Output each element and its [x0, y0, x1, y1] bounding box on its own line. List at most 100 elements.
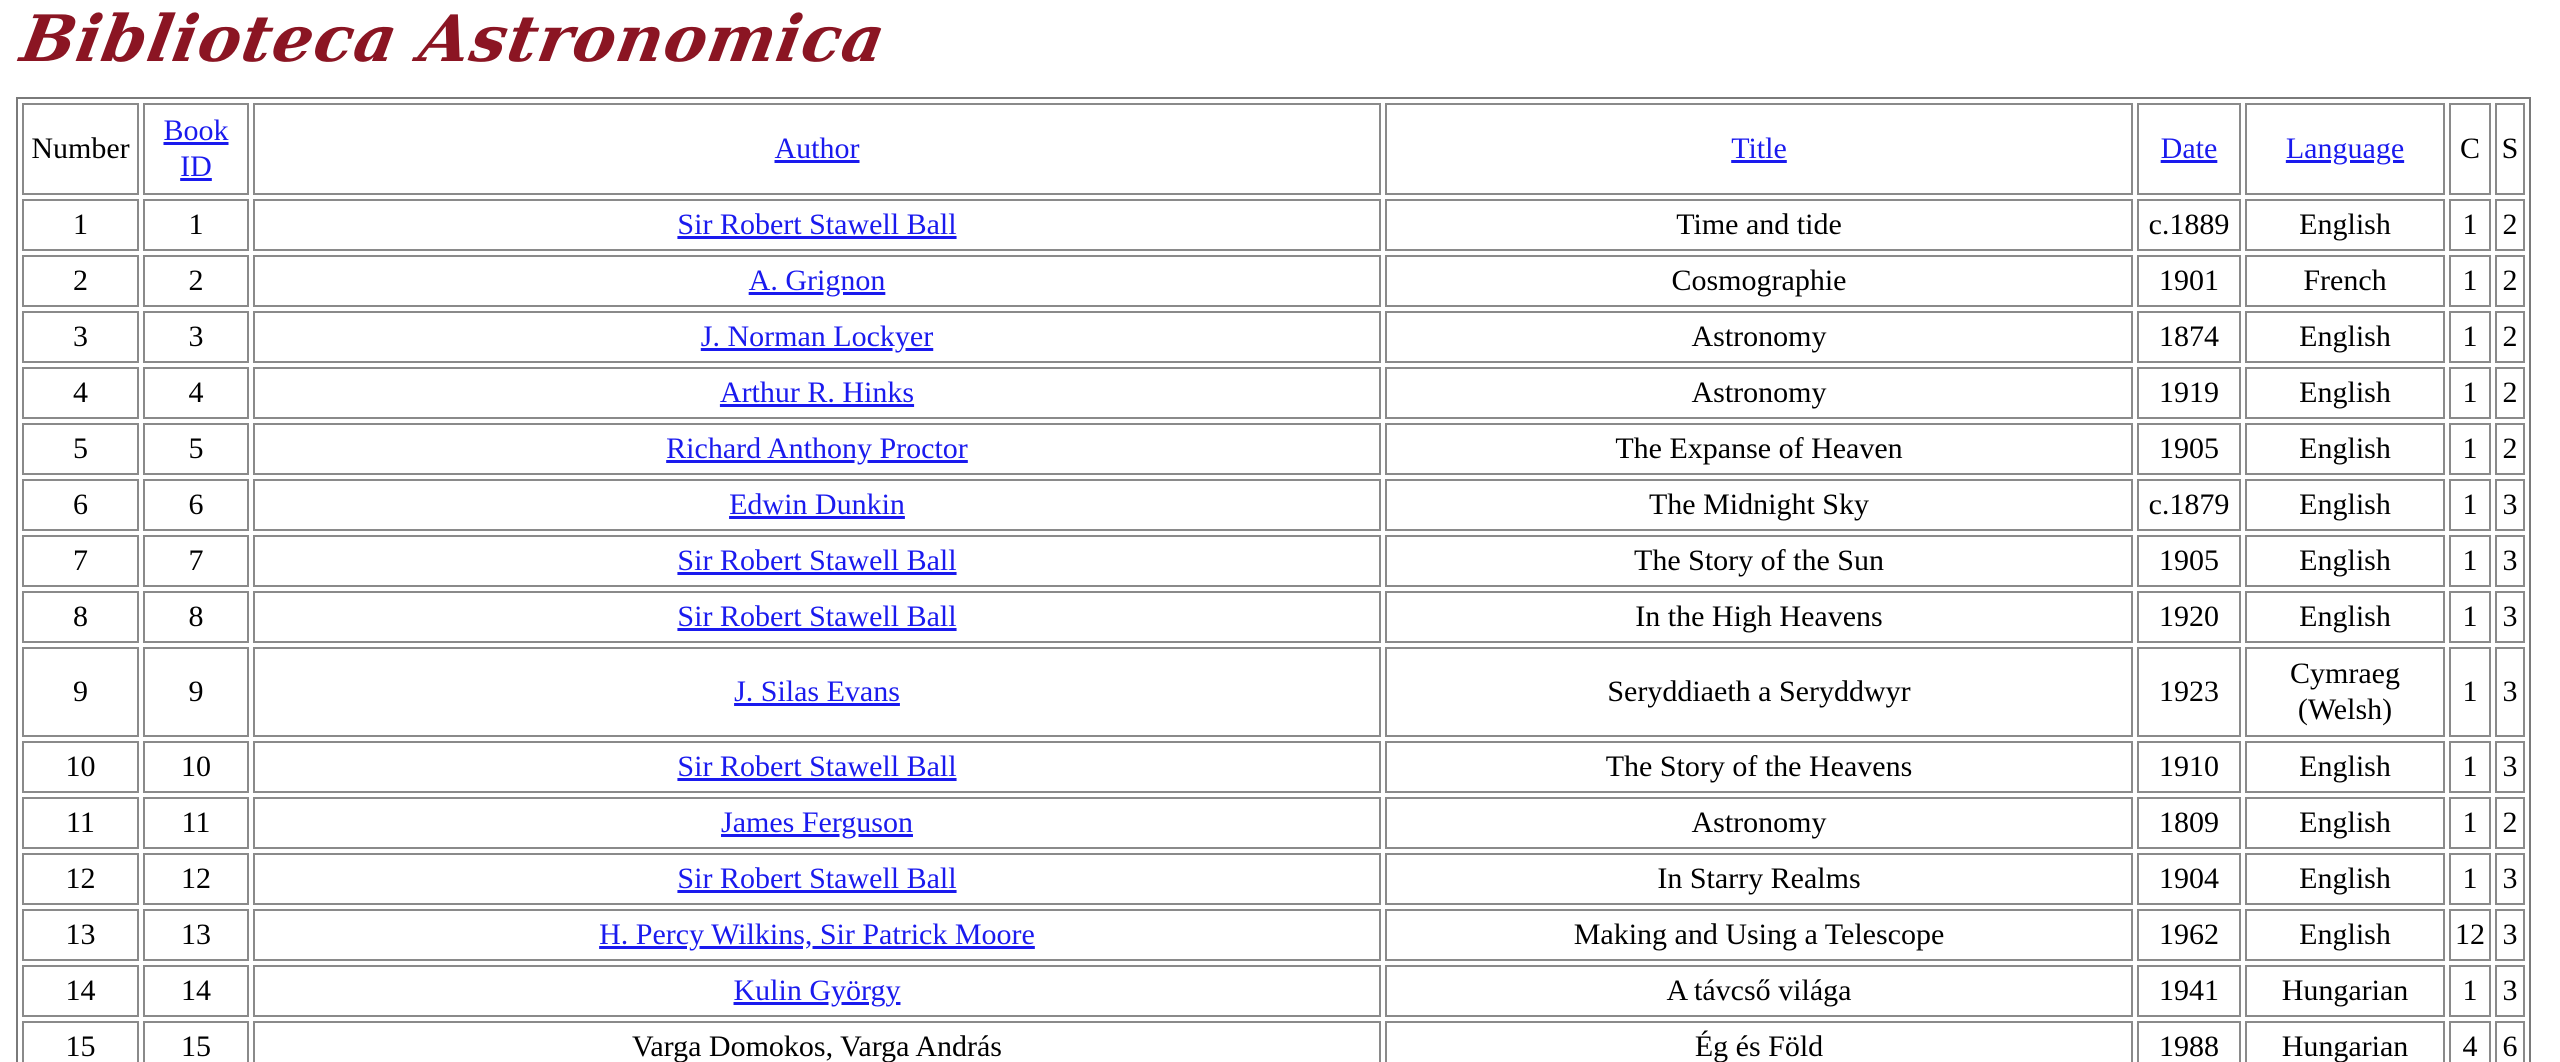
- cell-date: 1988: [2137, 1021, 2241, 1062]
- cell-author-link[interactable]: James Ferguson: [721, 806, 913, 839]
- cell-author: Kulin György: [253, 965, 1381, 1017]
- catalog-table: Number Book ID Author Title Date Languag…: [16, 97, 2531, 1062]
- cell-author-link[interactable]: Sir Robert Stawell Ball: [677, 544, 956, 577]
- cell-language: Hungarian: [2245, 1021, 2445, 1062]
- sort-author-link[interactable]: Author: [775, 132, 860, 165]
- cell-title: The Midnight Sky: [1385, 479, 2133, 531]
- cell-date: 1904: [2137, 853, 2241, 905]
- cell-number: 7: [22, 535, 139, 587]
- cell-language: English: [2245, 853, 2445, 905]
- header-c: C: [2449, 103, 2491, 195]
- cell-title: Astronomy: [1385, 367, 2133, 419]
- sort-book-id-link[interactable]: Book ID: [163, 114, 228, 183]
- cell-date: 1874: [2137, 311, 2241, 363]
- cell-title: In Starry Realms: [1385, 853, 2133, 905]
- cell-author-link[interactable]: Edwin Dunkin: [729, 488, 905, 521]
- cell-author-link[interactable]: Richard Anthony Proctor: [666, 432, 968, 465]
- cell-title: Making and Using a Telescope: [1385, 909, 2133, 961]
- table-row: 9 9 J. Silas Evans Seryddiaeth a Seryddwyr 1…: [22, 647, 2525, 737]
- cell-s: 2: [2495, 797, 2525, 849]
- cell-c: 1: [2449, 311, 2491, 363]
- cell-author: Arthur R. Hinks: [253, 367, 1381, 419]
- header-language: Language: [2245, 103, 2445, 195]
- cell-date: 1910: [2137, 741, 2241, 793]
- cell-title: The Story of the Heavens: [1385, 741, 2133, 793]
- table-row: 10 10 Sir Robert Stawell Ball The Story of …: [22, 741, 2525, 793]
- cell-book-id: 2: [143, 255, 249, 307]
- cell-number: 6: [22, 479, 139, 531]
- cell-date: 1901: [2137, 255, 2241, 307]
- site-logo: Biblioteca Astronomica: [15, 2, 892, 77]
- table-row: 3 3 J. Norman Lockyer Astronomy 1874 English 1…: [22, 311, 2525, 363]
- cell-date: 1962: [2137, 909, 2241, 961]
- cell-author-link[interactable]: Sir Robert Stawell Ball: [677, 750, 956, 783]
- cell-s: 2: [2495, 311, 2525, 363]
- cell-language: English: [2245, 909, 2445, 961]
- cell-number: 4: [22, 367, 139, 419]
- cell-language: English: [2245, 423, 2445, 475]
- cell-author: Sir Robert Stawell Ball: [253, 741, 1381, 793]
- cell-book-id: 11: [143, 797, 249, 849]
- cell-title: A távcső világa: [1385, 965, 2133, 1017]
- table-row: 14 14 Kulin György A távcső világa 1941 Hunga…: [22, 965, 2525, 1017]
- cell-author-link[interactable]: Sir Robert Stawell Ball: [677, 600, 956, 633]
- cell-number: 2: [22, 255, 139, 307]
- cell-book-id: 14: [143, 965, 249, 1017]
- cell-author: Sir Robert Stawell Ball: [253, 535, 1381, 587]
- cell-author-link[interactable]: Kulin György: [734, 974, 901, 1007]
- cell-language: English: [2245, 535, 2445, 587]
- table-row: 12 12 Sir Robert Stawell Ball In Starry Rea…: [22, 853, 2525, 905]
- table-row: 6 6 Edwin Dunkin The Midnight Sky c.1879 Engl…: [22, 479, 2525, 531]
- table-row: 8 8 Sir Robert Stawell Ball In the High Hea…: [22, 591, 2525, 643]
- cell-s: 3: [2495, 909, 2525, 961]
- cell-title: The Expanse of Heaven: [1385, 423, 2133, 475]
- cell-s: 2: [2495, 423, 2525, 475]
- table-row: 11 11 James Ferguson Astronomy 1809 English 1 2: [22, 797, 2525, 849]
- cell-author: J. Silas Evans: [253, 647, 1381, 737]
- cell-author-link[interactable]: J. Silas Evans: [734, 675, 900, 708]
- cell-number: 14: [22, 965, 139, 1017]
- cell-author-link[interactable]: A. Grignon: [749, 264, 886, 297]
- cell-number: 1: [22, 199, 139, 251]
- cell-number: 10: [22, 741, 139, 793]
- cell-author-link[interactable]: J. Norman Lockyer: [701, 320, 933, 353]
- cell-language: Cymraeg (Welsh): [2245, 647, 2445, 737]
- cell-date: c.1889: [2137, 199, 2241, 251]
- cell-language: French: [2245, 255, 2445, 307]
- cell-language: English: [2245, 311, 2445, 363]
- cell-s: 3: [2495, 535, 2525, 587]
- sort-title-link[interactable]: Title: [1731, 132, 1787, 165]
- cell-s: 6: [2495, 1021, 2525, 1062]
- cell-language: English: [2245, 367, 2445, 419]
- cell-s: 3: [2495, 965, 2525, 1017]
- cell-s: 2: [2495, 199, 2525, 251]
- cell-date: 1919: [2137, 367, 2241, 419]
- cell-author: Varga Domokos, Varga András: [253, 1021, 1381, 1062]
- table-row: 1 1 Sir Robert Stawell Ball Time and tide c.…: [22, 199, 2525, 251]
- cell-s: 2: [2495, 367, 2525, 419]
- cell-author-link[interactable]: Sir Robert Stawell Ball: [677, 208, 956, 241]
- cell-author-link[interactable]: Sir Robert Stawell Ball: [677, 862, 956, 895]
- cell-author-link[interactable]: H. Percy Wilkins, Sir Patrick Moore: [599, 918, 1035, 951]
- cell-author: A. Grignon: [253, 255, 1381, 307]
- table-row: 4 4 Arthur R. Hinks Astronomy 1919 English 1 2: [22, 367, 2525, 419]
- cell-author-link[interactable]: Arthur R. Hinks: [720, 376, 914, 409]
- cell-author: Sir Robert Stawell Ball: [253, 199, 1381, 251]
- header-s: S: [2495, 103, 2525, 195]
- sort-date-link[interactable]: Date: [2161, 132, 2218, 165]
- cell-s: 3: [2495, 591, 2525, 643]
- cell-c: 1: [2449, 255, 2491, 307]
- cell-title: In the High Heavens: [1385, 591, 2133, 643]
- cell-author: Sir Robert Stawell Ball: [253, 853, 1381, 905]
- cell-number: 12: [22, 853, 139, 905]
- header-title: Title: [1385, 103, 2133, 195]
- cell-book-id: 15: [143, 1021, 249, 1062]
- cell-date: 1905: [2137, 423, 2241, 475]
- sort-language-link[interactable]: Language: [2286, 132, 2404, 165]
- cell-language: English: [2245, 591, 2445, 643]
- cell-c: 1: [2449, 535, 2491, 587]
- cell-language: Hungarian: [2245, 965, 2445, 1017]
- catalog-table-wrapper: Number Book ID Author Title Date Languag…: [16, 97, 2531, 1062]
- table-row: 13 13 H. Percy Wilkins, Sir Patrick Moore M…: [22, 909, 2525, 961]
- cell-s: 2: [2495, 255, 2525, 307]
